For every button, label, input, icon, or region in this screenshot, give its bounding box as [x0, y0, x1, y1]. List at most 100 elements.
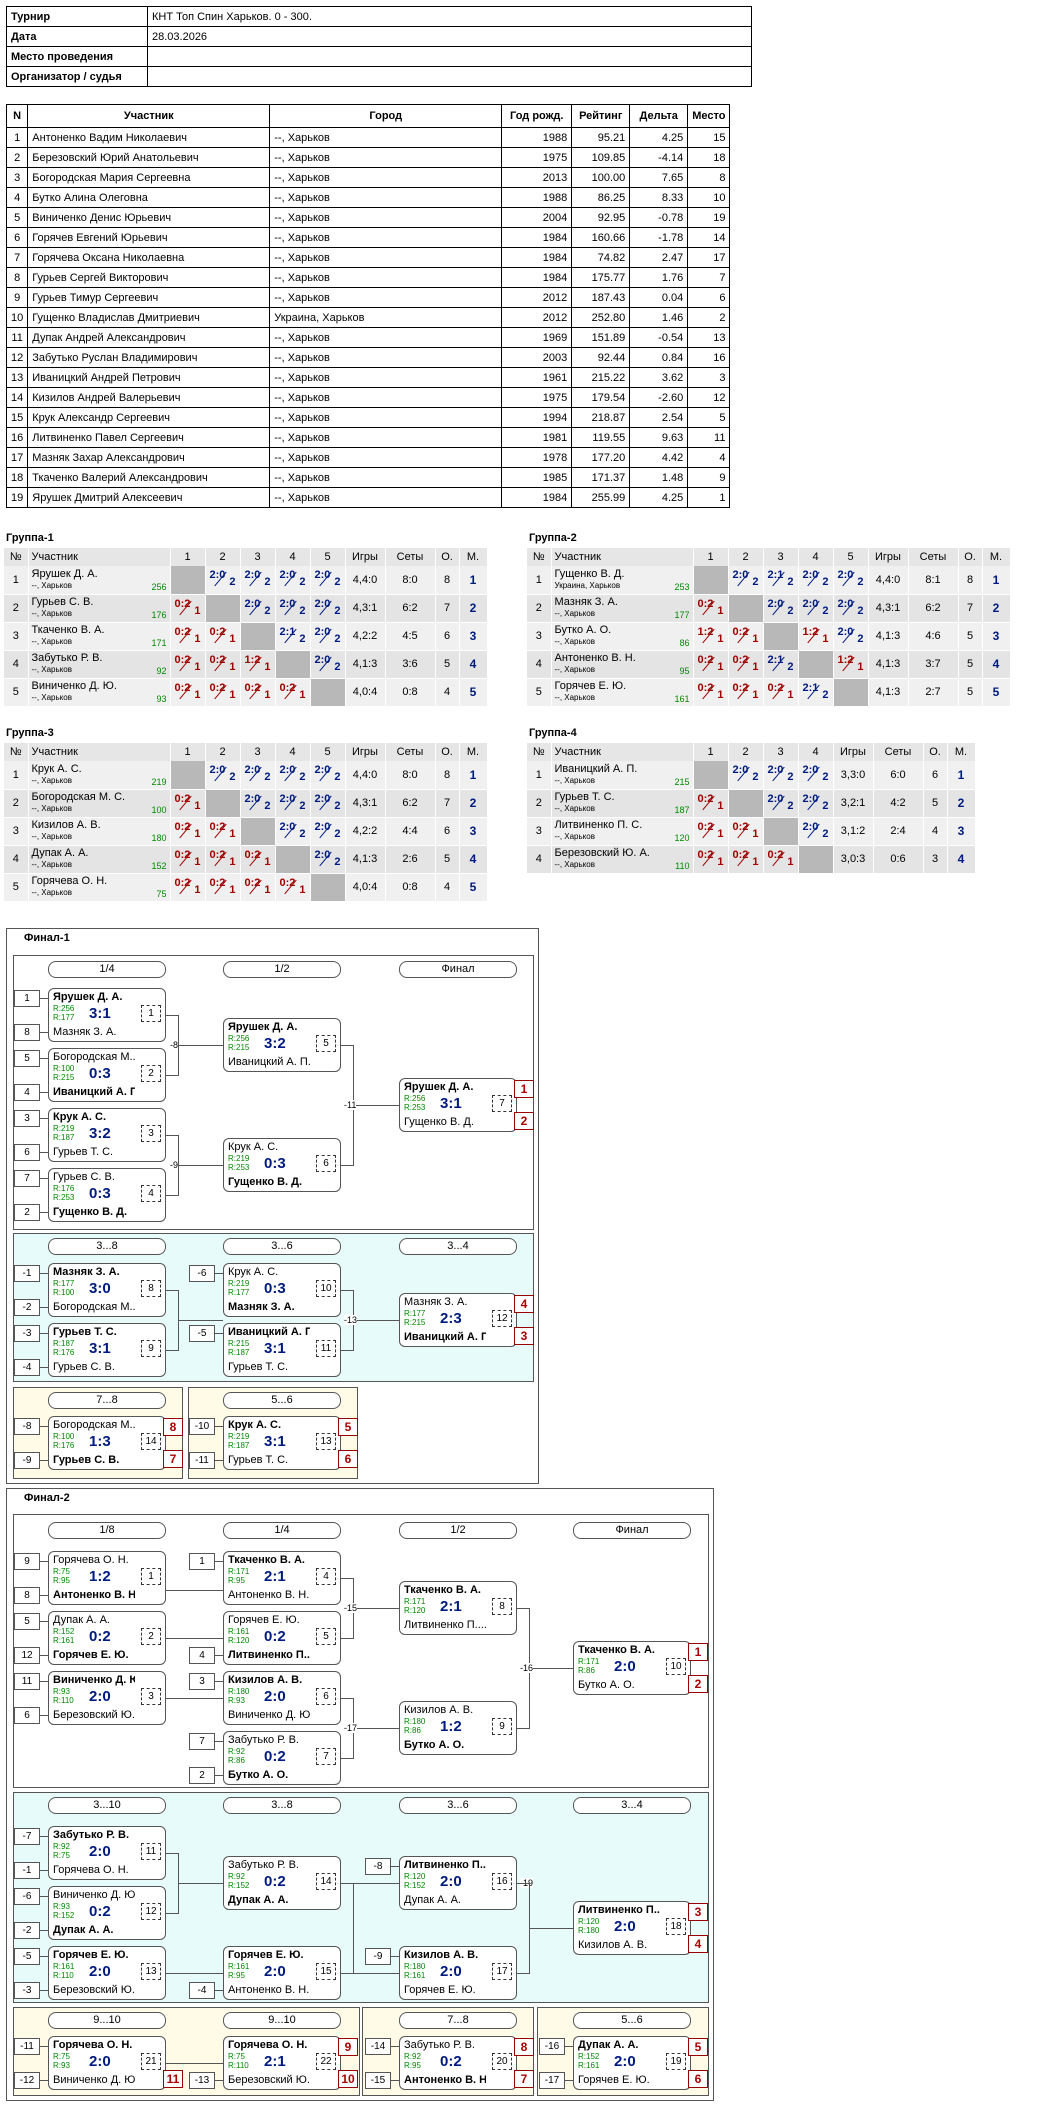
player1-rating: R:92	[53, 1842, 70, 1851]
result-points: 1	[229, 660, 236, 673]
match-number: 20	[492, 2053, 512, 2070]
match-box: Дупак А. А. R:152 R:161 0:2 2 Горячев Е. Ю.	[48, 1611, 166, 1665]
match-score: 2:1	[440, 1598, 462, 1615]
row-number: 1	[4, 566, 29, 595]
bracket-line	[341, 1758, 353, 1759]
group-header-cell: 1	[693, 743, 729, 761]
match-box: Литвиненко П.... R:120 R:152 2:0 16 Дупак А. …	[399, 1856, 517, 1910]
seed-2: -4	[14, 1359, 40, 1376]
result-points: 2	[752, 576, 759, 589]
group-row: 1 Иваницкий А. П. --, Харьков 215 2:0 2 2:0 2 2:…	[527, 761, 976, 790]
player-cell: --, Харьков	[269, 487, 503, 508]
participant-name: Дупак А. А.	[31, 847, 89, 859]
result-points: 2	[857, 576, 864, 589]
result-points: 2	[334, 799, 341, 812]
participant-cell: Забутько Р. В. --, Харьков 92	[28, 650, 171, 679]
match-box: Ярушек Д. А. R:256 R:177 3:1 1 Мазняк З. А.	[48, 988, 166, 1042]
match-number: 1	[141, 1005, 161, 1022]
bracket-line	[40, 1058, 48, 1059]
group-header-cell: 4	[798, 548, 834, 566]
player1-name: Крук А. С.	[228, 1266, 279, 1278]
participant-rating: 215	[674, 776, 690, 787]
participant-cell: Ткаченко В. А. --, Харьков 171	[28, 622, 171, 651]
result-points: 1	[717, 632, 724, 645]
self-cell	[275, 845, 311, 874]
player2-rating: R:180	[578, 1926, 600, 1935]
seed-2: 4	[14, 1084, 40, 1101]
group-sets: 0:8	[385, 873, 436, 902]
group-pts: 7	[435, 594, 460, 623]
player2-rating: R:161	[578, 2061, 600, 2070]
match-box: Дупак А. А. R:152 R:161 2:0 19 Горячев Е. Ю.	[573, 2036, 691, 2090]
seed-2: 2	[14, 1204, 40, 1221]
result-cell: 2:1 2	[798, 678, 834, 707]
place-1: 8	[163, 1418, 183, 1436]
player-cell: 10	[687, 187, 731, 208]
result: 2:0 2	[801, 791, 831, 813]
result-points: 2	[334, 660, 341, 673]
seed-2: -2	[14, 1299, 40, 1316]
result-points: 2	[857, 632, 864, 645]
match-box: Горячева О. Н. R:75 R:95 1:2 1 Антоненко В. Н…	[48, 1551, 166, 1605]
place-2: 10	[338, 2070, 358, 2088]
match-score: 0:2	[89, 1628, 111, 1645]
group-sets: 8:0	[385, 566, 436, 595]
result-cell: 2:0 2	[310, 817, 346, 846]
group-row: 4 Забутько Р. В. --, Харьков 92 0:2 1 0:2 1 1:2 1…	[4, 650, 488, 679]
match-box: Мазняк З. А. R:177 R:100 3:0 8 Богородская М.…	[48, 1263, 166, 1317]
group-place: 3	[459, 817, 488, 846]
player2-rating: R:161	[404, 1971, 426, 1980]
player1-rating: R:256	[404, 1094, 426, 1103]
player-cell: 1984	[501, 267, 573, 288]
group-place: 1	[459, 761, 488, 790]
group-games: 4,4:0	[345, 761, 386, 790]
group-row: 2 Богородская М. С. --, Харьков 100 0:2 1 2:0 2…	[4, 789, 488, 818]
place-1: 5	[338, 1418, 358, 1436]
player-cell: 1978	[501, 447, 573, 468]
player-cell: --, Харьков	[269, 467, 503, 488]
player2-rating: R:177	[53, 1013, 75, 1022]
player-cell: 255.99	[571, 487, 631, 508]
player2-name: Антоненко В. Н.	[228, 1984, 310, 1996]
bracket-line	[40, 1896, 48, 1897]
result-cell: 0:2 1	[728, 678, 764, 707]
seed-1: -8	[365, 1858, 391, 1875]
place-1: 4	[514, 1295, 534, 1313]
result: 0:2 1	[696, 819, 726, 841]
result-points: 1	[264, 660, 271, 673]
participant-rating: 92	[156, 665, 167, 676]
match-box: Забутько Р. В. R:92 R:86 0:2 7 Бутко А. О.	[223, 1731, 341, 1785]
info-row: Организатор / судья	[6, 66, 752, 87]
player-cell: 2012	[501, 307, 573, 328]
result: 2:0 2	[243, 567, 273, 589]
player-cell: 18	[5, 467, 29, 488]
player1-name: Крук А. С.	[228, 1141, 279, 1153]
bracket-line	[40, 1655, 48, 1656]
result: 2:0 2	[243, 762, 273, 784]
group-place: 3	[459, 622, 488, 651]
match-number: 6	[316, 1155, 336, 1172]
result-cell: 2:0 2	[728, 566, 764, 595]
group-sets: 6:2	[908, 594, 959, 623]
result-points: 1	[194, 883, 201, 896]
bracket-line	[341, 1883, 353, 1884]
result-points: 2	[264, 799, 271, 812]
result-cell: 2:0 2	[240, 566, 276, 595]
player-cell: 1969	[501, 327, 573, 348]
result-points: 1	[194, 660, 201, 673]
players-header-cell: Участник	[27, 104, 271, 128]
player-cell: 10	[5, 307, 29, 328]
player-cell: 4.25	[629, 487, 689, 508]
result-points: 2	[787, 660, 794, 673]
player1-rating: R:215	[228, 1339, 250, 1348]
match-box: Виниченко Д. Ю. R:93 R:152 0:2 12 Дупак А. А.	[48, 1886, 166, 1940]
player-cell: Мазняк Захар Александрович	[27, 447, 271, 468]
participant-rating: 177	[674, 609, 690, 620]
result-cell: 2:1 2	[763, 650, 799, 679]
match-number: 4	[316, 1568, 336, 1585]
bracket-line	[166, 1290, 178, 1291]
group-pts: 6	[435, 817, 460, 846]
group-pts: 4	[923, 817, 948, 846]
row-number: 5	[527, 678, 552, 707]
result: 0:2 1	[696, 847, 726, 869]
